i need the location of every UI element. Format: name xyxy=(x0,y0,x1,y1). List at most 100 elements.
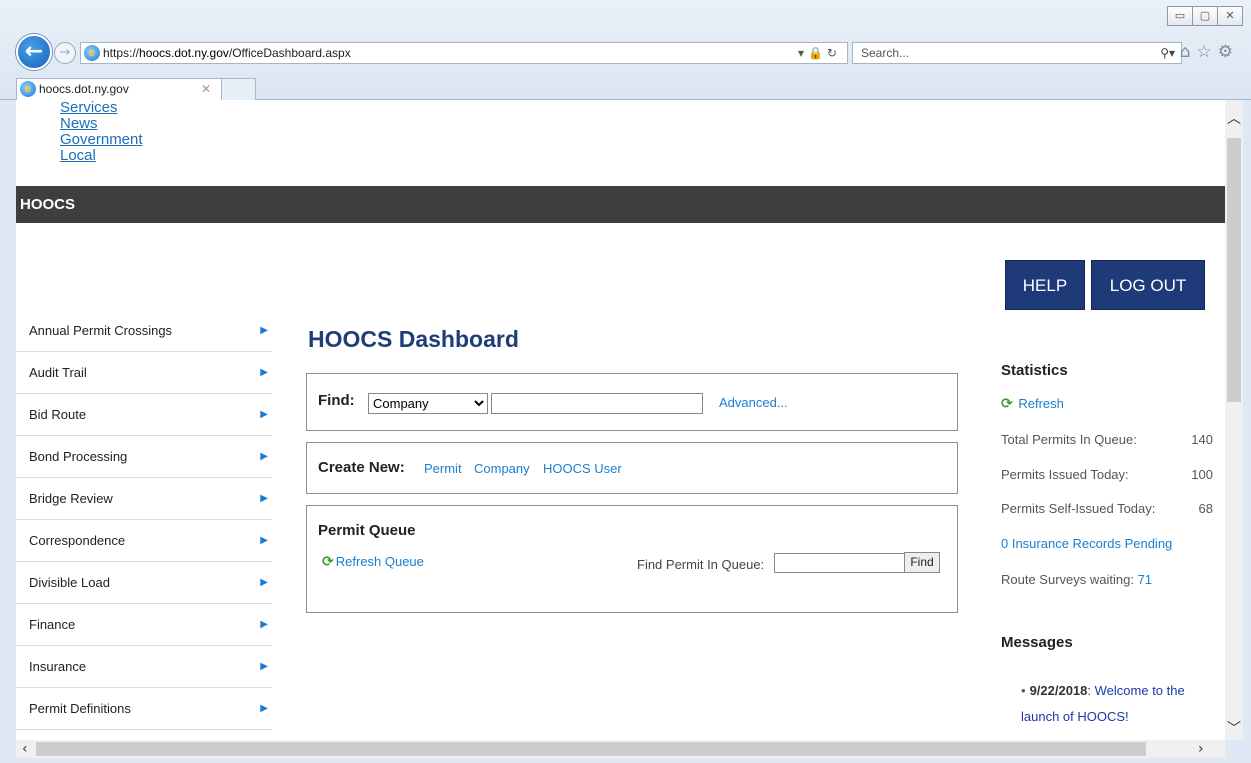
permit-queue-panel: Permit Queue ⟳ Refresh Queue Find Permit … xyxy=(306,505,958,613)
find-panel: Find: Company Advanced... xyxy=(306,373,958,431)
stat-label: Permits Issued Today: xyxy=(1001,467,1129,482)
message-date: 9/22/2018 xyxy=(1029,683,1088,698)
window-controls: ▭ ▢ ✕ xyxy=(1167,6,1243,26)
route-surveys-value-link[interactable]: 71 xyxy=(1138,572,1152,587)
close-window-icon[interactable]: ✕ xyxy=(1217,6,1243,26)
back-arrow-icon[interactable]: ← xyxy=(16,34,52,70)
sidebar-item-label: Divisible Load xyxy=(29,575,110,590)
banner-title: HOOCS xyxy=(20,196,76,213)
minimize-icon[interactable]: ▭ xyxy=(1167,6,1193,26)
maximize-icon[interactable]: ▢ xyxy=(1192,6,1218,26)
refresh-queue-link[interactable]: ⟳ Refresh Queue xyxy=(322,554,424,570)
refresh-icon: ⟳ xyxy=(1001,396,1013,412)
find-search-input[interactable] xyxy=(491,393,703,414)
top-nav-local[interactable]: Local xyxy=(60,148,143,164)
create-permit-link[interactable]: Permit xyxy=(424,461,462,476)
ie-logo-icon: e xyxy=(84,45,100,61)
sidebar-item-label: Finance xyxy=(29,617,76,632)
sidebar-item-audit-trail[interactable]: Audit Trail ▶ xyxy=(16,352,272,394)
home-icon[interactable]: ⌂ xyxy=(1180,42,1197,62)
stat-label: Permits Self-Issued Today: xyxy=(1001,501,1156,516)
browser-search-box[interactable]: Search... ⚲▾ xyxy=(852,42,1182,64)
find-permit-button[interactable]: Find xyxy=(904,552,940,573)
sidebar-item-insurance[interactable]: Insurance ▶ xyxy=(16,646,272,688)
create-new-panel: Create New: Permit Company HOOCS User xyxy=(306,442,958,494)
route-surveys-row: Route Surveys waiting: 71 xyxy=(1001,572,1152,587)
vertical-scrollbar[interactable]: ︿ ﹀ xyxy=(1225,100,1243,740)
advanced-search-link[interactable]: Advanced... xyxy=(719,395,788,410)
sidebar-item-bridge-review[interactable]: Bridge Review ▶ xyxy=(16,478,272,520)
route-surveys-label: Route Surveys waiting: xyxy=(1001,572,1134,587)
top-nav-government[interactable]: Government xyxy=(60,132,143,148)
stat-row-self-issued-today: Permits Self-Issued Today: 68 xyxy=(1001,501,1213,516)
insurance-records-pending-link[interactable]: 0 Insurance Records Pending xyxy=(1001,536,1172,551)
top-nav: Services News Government Local xyxy=(60,100,143,164)
stat-value: 140 xyxy=(1191,432,1213,447)
scroll-right-icon[interactable]: › xyxy=(1198,740,1204,758)
bullet-icon: • xyxy=(1021,683,1026,698)
find-permit-in-queue-input[interactable] xyxy=(774,553,905,573)
statistics-title: Statistics xyxy=(1001,362,1068,379)
url-path: /OfficeDashboard.aspx xyxy=(228,46,351,60)
favorites-star-icon[interactable]: ☆ xyxy=(1197,42,1218,62)
create-hoocs-user-link[interactable]: HOOCS User xyxy=(543,461,622,476)
statistics-refresh-link[interactable]: ⟳ Refresh xyxy=(1001,396,1064,412)
help-button[interactable]: HELP xyxy=(1005,260,1085,310)
message-item: • 9/22/2018: Welcome to the launch of HOO… xyxy=(1021,683,1185,724)
scroll-down-icon[interactable]: ﹀ xyxy=(1225,718,1243,738)
close-tab-icon[interactable]: ✕ xyxy=(201,79,211,99)
triangle-right-icon: ▶ xyxy=(260,661,268,672)
triangle-right-icon: ▶ xyxy=(260,577,268,588)
sidebar-item-permit-definitions[interactable]: Permit Definitions ▶ xyxy=(16,688,272,730)
vertical-scroll-thumb[interactable] xyxy=(1227,138,1241,402)
triangle-right-icon: ▶ xyxy=(260,493,268,504)
stat-value: 68 xyxy=(1198,501,1213,516)
sidebar-item-label: Bid Route xyxy=(29,407,87,422)
gear-icon[interactable]: ⚙ xyxy=(1218,42,1239,62)
statistics-refresh-label: Refresh xyxy=(1018,396,1064,411)
stat-row-issued-today: Permits Issued Today: 100 xyxy=(1001,467,1213,482)
sidebar-item-label: Permit Definitions xyxy=(29,701,131,716)
lock-refresh-icon[interactable]: ▾🔒↻ xyxy=(798,43,841,63)
triangle-right-icon: ▶ xyxy=(260,451,268,462)
browser-tab[interactable]: e hoocs.dot.ny.gov ✕ xyxy=(16,78,222,100)
stat-row-total-in-queue: Total Permits In Queue: 140 xyxy=(1001,432,1213,447)
address-bar[interactable]: e https://hoocs.dot.ny.gov/OfficeDashboa… xyxy=(80,42,848,64)
horizontal-scroll-thumb[interactable] xyxy=(36,742,1146,756)
find-label: Find: xyxy=(318,392,355,409)
tab-title: hoocs.dot.ny.gov xyxy=(39,82,129,96)
find-type-select[interactable]: Company xyxy=(368,393,488,414)
sidebar-item-correspondence[interactable]: Correspondence ▶ xyxy=(16,520,272,562)
sidebar-item-label: Insurance xyxy=(29,659,87,674)
triangle-right-icon: ▶ xyxy=(260,619,268,630)
search-icon[interactable]: ⚲▾ xyxy=(1160,43,1175,63)
top-nav-news[interactable]: News xyxy=(60,116,143,132)
url-host: hoocs.dot.ny.gov xyxy=(139,46,229,60)
logout-button[interactable]: LOG OUT xyxy=(1091,260,1205,310)
new-tab-button[interactable] xyxy=(222,78,256,100)
stat-value: 100 xyxy=(1191,467,1213,482)
refresh-queue-label: Refresh Queue xyxy=(335,554,424,569)
page-title: HOOCS Dashboard xyxy=(308,326,519,352)
refresh-icon: ⟳ xyxy=(322,554,334,570)
triangle-right-icon: ▶ xyxy=(260,367,268,378)
triangle-right-icon: ▶ xyxy=(260,535,268,546)
top-nav-services[interactable]: Services xyxy=(60,100,143,116)
sidebar-item-divisible-load[interactable]: Divisible Load ▶ xyxy=(16,562,272,604)
url-prefix: https:// xyxy=(103,46,140,60)
sidebar-item-finance[interactable]: Finance ▶ xyxy=(16,604,272,646)
scroll-left-icon[interactable]: ‹ xyxy=(22,740,28,758)
sidebar-item-bid-route[interactable]: Bid Route ▶ xyxy=(16,394,272,436)
messages-list: • 9/22/2018: Welcome to the launch of HOO… xyxy=(1021,678,1216,730)
sidebar-item-bond-processing[interactable]: Bond Processing ▶ xyxy=(16,436,272,478)
search-placeholder: Search... xyxy=(861,46,910,60)
browser-chrome: ▭ ▢ ✕ ← → e https://hoocs.dot.ny.gov/Off… xyxy=(0,0,1251,100)
page-viewport: Services News Government Local HOOCS HEL… xyxy=(16,100,1225,740)
forward-arrow-icon[interactable]: → xyxy=(54,42,76,64)
stat-label: Total Permits In Queue: xyxy=(1001,432,1137,447)
scroll-up-icon[interactable]: ︿ xyxy=(1225,108,1243,128)
horizontal-scrollbar[interactable]: ‹ › xyxy=(16,740,1225,758)
create-company-link[interactable]: Company xyxy=(474,461,530,476)
sidebar-item-annual-permit-crossings[interactable]: Annual Permit Crossings ▶ xyxy=(16,310,272,352)
sidebar-item-label: Bond Processing xyxy=(29,449,128,464)
